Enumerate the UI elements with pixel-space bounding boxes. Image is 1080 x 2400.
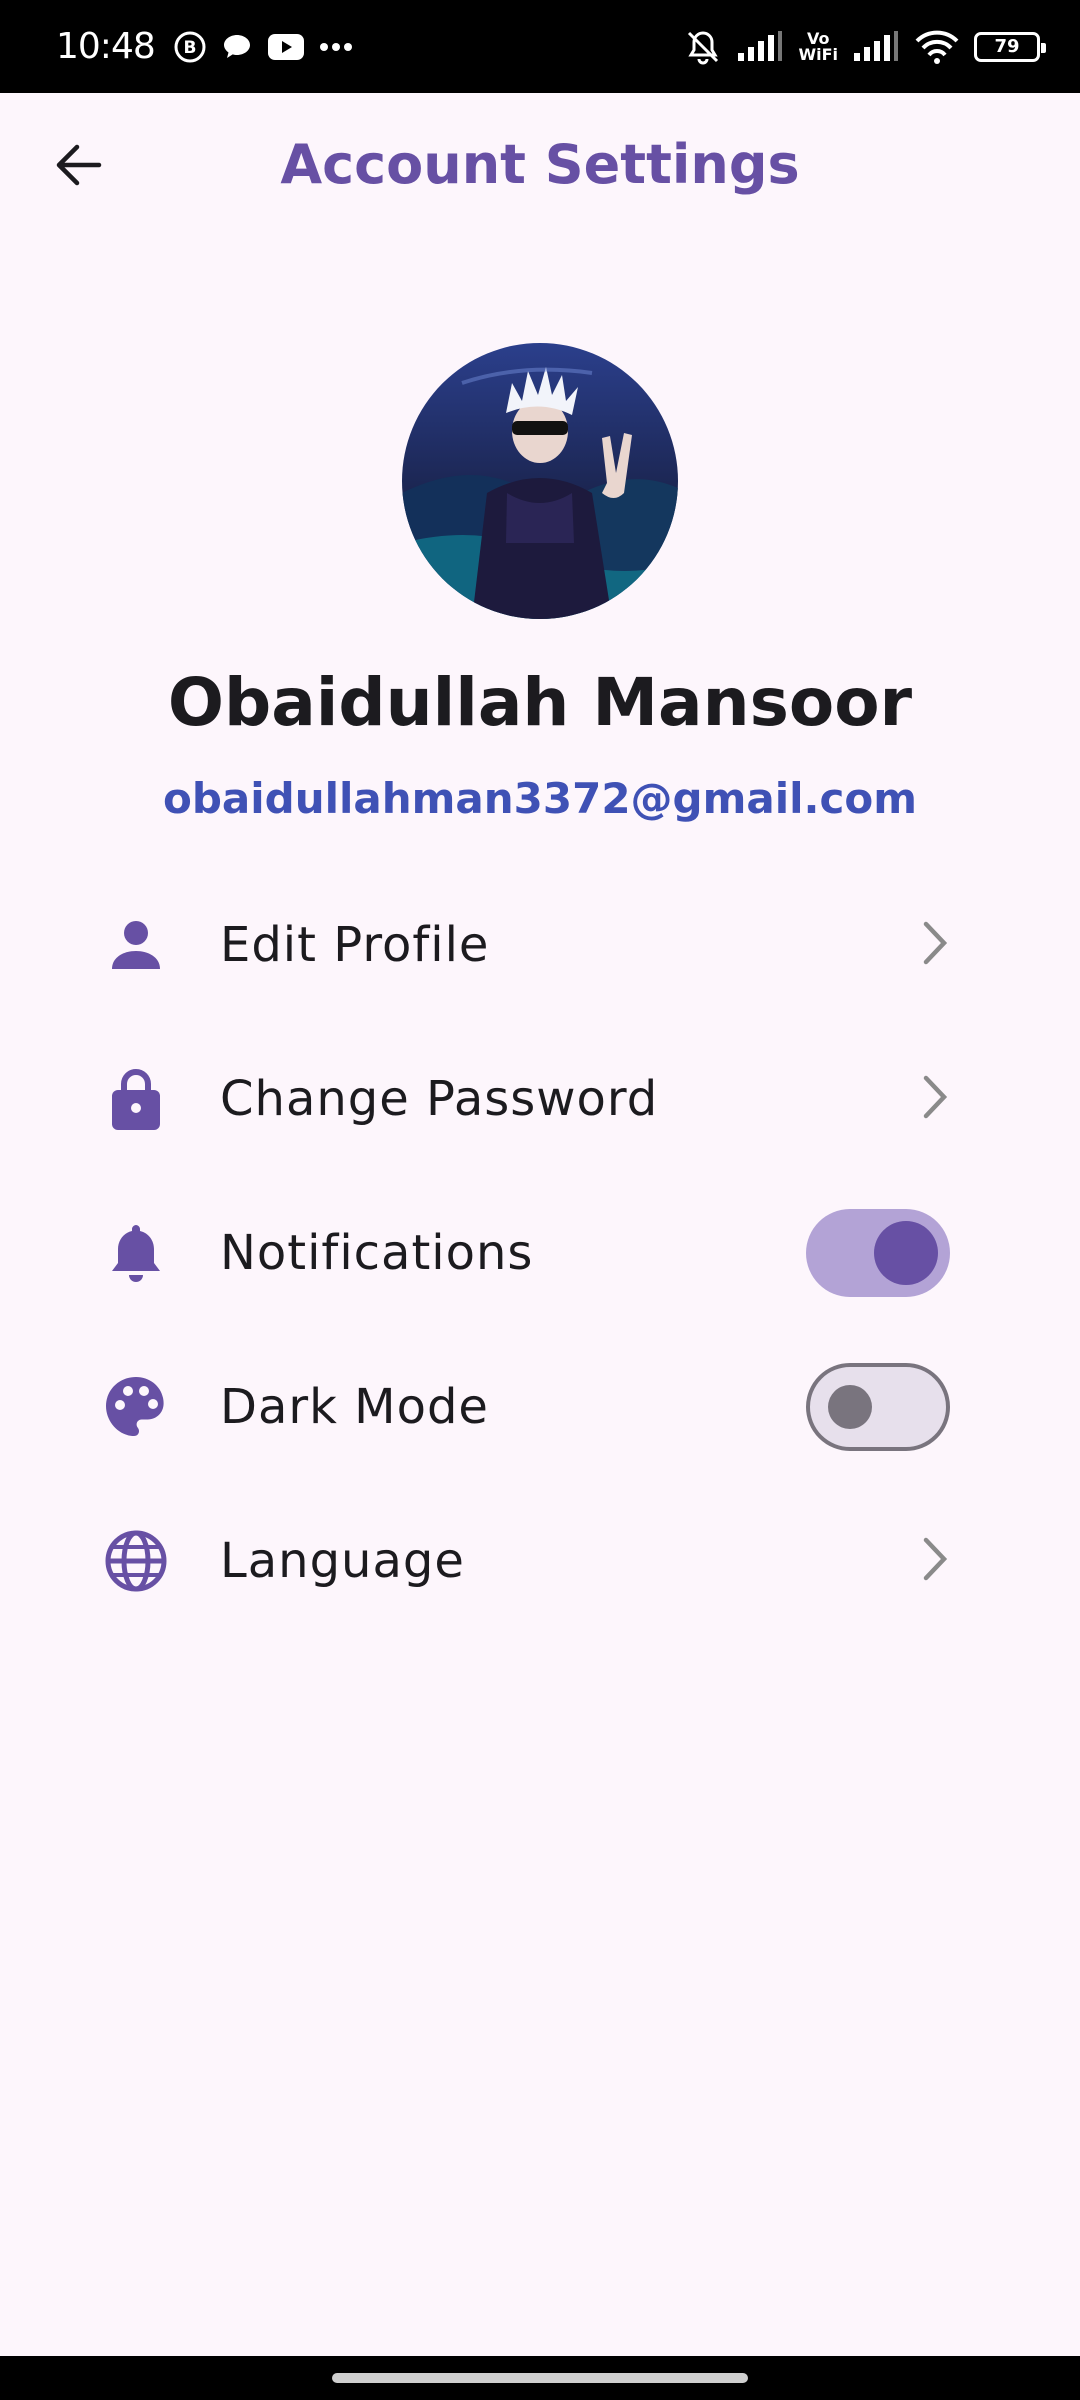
status-right: Vo WiFi 79 — [670, 28, 1046, 66]
menu-item-notifications[interactable]: Notifications — [90, 1188, 990, 1318]
switch-thumb — [828, 1385, 872, 1429]
dark-mode-switch[interactable] — [806, 1363, 950, 1451]
wifi-icon — [914, 29, 960, 65]
menu-trailing — [920, 1496, 950, 1626]
system-nav-bar — [0, 2356, 1080, 2400]
youtube-icon — [267, 33, 305, 61]
menu-trailing — [920, 1034, 950, 1164]
menu-item-dark-mode[interactable]: Dark Mode — [90, 1342, 990, 1472]
battery-level: 79 — [994, 36, 1020, 57]
chevron-right-icon — [920, 1536, 950, 1586]
bell-off-icon — [684, 28, 722, 66]
menu-item-edit-profile[interactable]: Edit Profile — [90, 880, 990, 1010]
profile-email: obaidullahman3372@gmail.com — [163, 774, 917, 823]
menu-trailing — [920, 880, 950, 1010]
chevron-right-icon — [920, 1074, 950, 1124]
palette-icon — [90, 1375, 182, 1439]
chat-bubble-icon — [221, 31, 253, 63]
globe-icon — [90, 1529, 182, 1593]
menu-item-label: Dark Mode — [220, 1379, 489, 1435]
switch-thumb — [874, 1221, 938, 1285]
menu-trailing — [806, 1188, 950, 1318]
page-title: Account Settings — [280, 133, 800, 196]
home-indicator[interactable] — [332, 2373, 748, 2383]
menu-item-label: Language — [220, 1533, 465, 1589]
status-bar: 10:48 B Vo WiFi 79 — [0, 0, 1080, 93]
menu-item-label: Notifications — [220, 1225, 534, 1281]
lock-icon — [90, 1066, 182, 1132]
bell-icon — [90, 1221, 182, 1285]
menu-item-change-password[interactable]: Change Password — [90, 1034, 990, 1164]
menu-item-label: Edit Profile — [220, 917, 490, 973]
notifications-switch[interactable] — [806, 1209, 950, 1297]
status-left: 10:48 B — [56, 26, 367, 67]
svg-text:B: B — [183, 38, 196, 58]
signal-icon — [736, 30, 784, 63]
more-dots-icon — [319, 42, 353, 52]
menu-trailing — [806, 1342, 950, 1472]
status-time: 10:48 — [56, 26, 156, 67]
b-circle-icon: B — [173, 30, 207, 64]
profile-name: Obaidullah Mansoor — [167, 664, 913, 741]
menu-item-label: Change Password — [220, 1071, 659, 1127]
signal-icon — [852, 30, 900, 63]
avatar[interactable] — [402, 343, 678, 619]
battery-icon: 79 — [974, 31, 1046, 62]
person-icon — [90, 917, 182, 973]
vowifi-icon: Vo WiFi — [798, 28, 838, 64]
app-bar: Account Settings — [0, 93, 1080, 248]
menu-item-language[interactable]: Language — [90, 1496, 990, 1626]
chevron-right-icon — [920, 920, 950, 970]
